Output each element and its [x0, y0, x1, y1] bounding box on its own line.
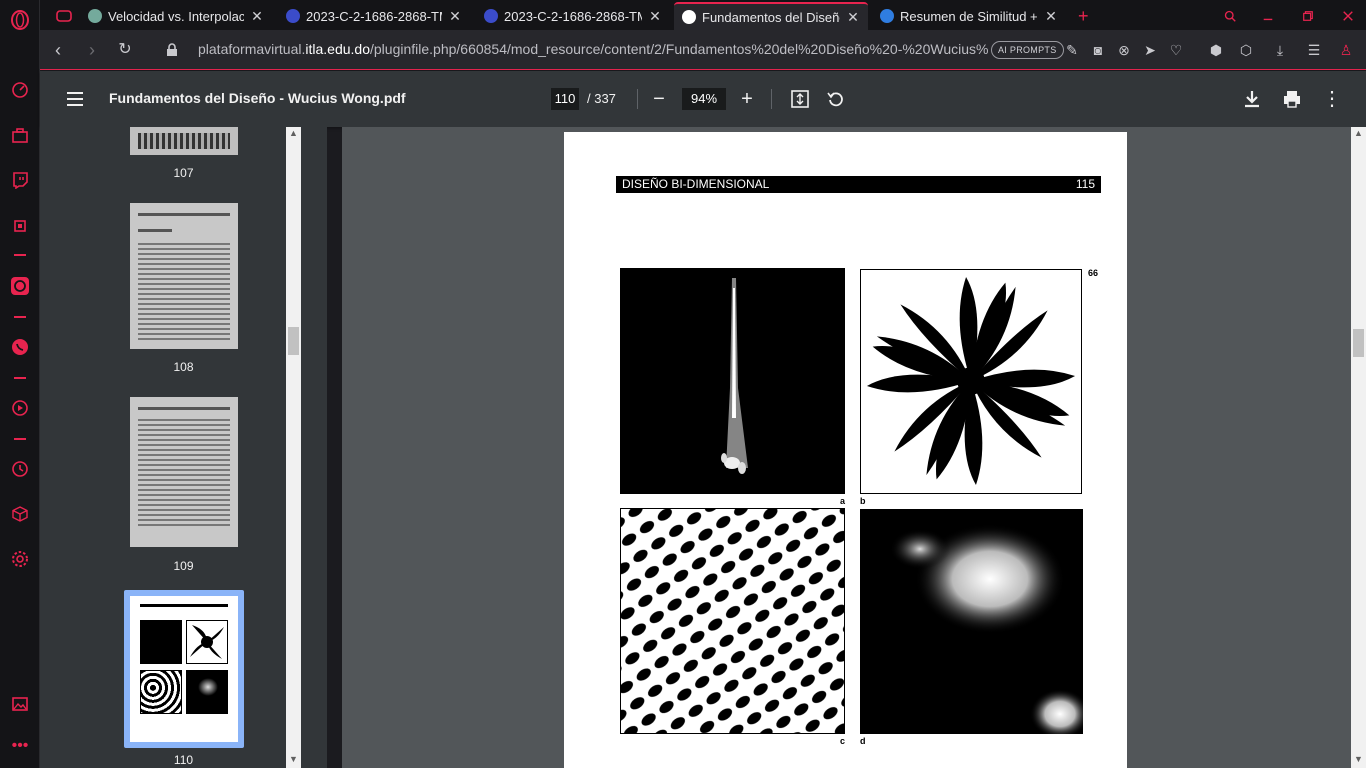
pdf-toolbar: Fundamentos del Diseño - Wucius Wong.pdf… [40, 71, 1366, 127]
url-field[interactable]: plataformavirtual.itla.edu.do/pluginfile… [198, 41, 988, 59]
edit-share-icon[interactable]: ✎ [1062, 40, 1082, 60]
panel-label-a: a [840, 496, 846, 506]
figure-panel-c [620, 508, 845, 734]
tab-velocidad[interactable]: Velocidad vs. Interpolación ✕ [80, 2, 272, 30]
panel-label-c: c [840, 736, 846, 746]
vpn-extension-icon[interactable]: ⬢ [1206, 40, 1226, 60]
pdf-page: DISEÑO BI-DIMENSIONAL 115 66 a b c d [564, 132, 1127, 768]
search-tabs-icon[interactable] [1216, 2, 1244, 30]
speed-dial-icon[interactable] [8, 78, 32, 102]
zoom-input[interactable]: 94% [682, 88, 726, 110]
extensions-icon[interactable]: ⬡ [1236, 40, 1256, 60]
fit-page-icon[interactable] [786, 85, 814, 113]
viewer-scrollbar[interactable]: ▲ ▼ [1351, 127, 1366, 768]
more-dots-icon[interactable]: ••• [8, 734, 32, 758]
settings-gear-icon[interactable] [8, 547, 32, 571]
figure-panel-d [860, 509, 1083, 734]
toolbar-divider [637, 89, 638, 109]
sidebar-divider [14, 254, 26, 256]
chatgpt-icon[interactable] [8, 274, 32, 298]
twitch-icon[interactable] [8, 168, 32, 192]
gallery-icon[interactable] [8, 692, 32, 716]
download-icon[interactable] [1238, 85, 1266, 113]
tab-tmm-1[interactable]: 2023-C-2-1686-2868-TMM ✕ [278, 2, 470, 30]
workspaces-icon[interactable] [8, 124, 32, 148]
moodle-favicon-icon [484, 9, 498, 23]
thumbnail-108[interactable] [130, 203, 238, 349]
thumbnails-scroll-thumb[interactable] [288, 327, 299, 355]
forward-button[interactable]: › [80, 38, 104, 62]
opera-logo-icon[interactable] [8, 8, 32, 32]
restore-window-icon[interactable] [1294, 2, 1322, 30]
page-header-title: DISEÑO BI-DIMENSIONAL [622, 177, 770, 191]
pdf-viewer: DISEÑO BI-DIMENSIONAL 115 66 a b c d [342, 127, 1351, 768]
bookmark-heart-icon[interactable]: ♡ [1166, 40, 1186, 60]
back-button[interactable]: ‹ [46, 38, 70, 62]
easy-setup-icon[interactable]: ☰ [1304, 40, 1324, 60]
opera-sidebar: ••• [0, 0, 40, 768]
tab-bar: Velocidad vs. Interpolación ✕ 2023-C-2-1… [40, 0, 1366, 30]
tab-resumen[interactable]: Resumen de Similitud + Eje ✕ [872, 2, 1066, 30]
zoom-out-button[interactable]: − [645, 85, 673, 113]
figure-panel-b [860, 269, 1082, 494]
snapshot-camera-icon[interactable]: ◙ [1088, 40, 1108, 60]
thumbnail-label: 110 [173, 753, 194, 767]
extensions-cube-icon[interactable] [8, 502, 32, 526]
whatsapp-icon[interactable] [8, 335, 32, 359]
close-tab-icon[interactable]: ✕ [448, 8, 462, 25]
tab-tmm-2[interactable]: 2023-C-2-1686-2868-TMM ✕ [476, 2, 670, 30]
profile-icon[interactable]: ♙ [1336, 40, 1356, 60]
minimize-window-icon[interactable] [1254, 2, 1282, 30]
panel-label-d: d [860, 736, 866, 746]
page-header-number: 115 [1075, 177, 1095, 191]
thumbnail-109[interactable] [130, 397, 238, 547]
close-tab-icon[interactable]: ✕ [250, 8, 264, 25]
close-tab-icon[interactable]: ✕ [1044, 8, 1058, 25]
close-tab-icon[interactable]: ✕ [648, 8, 662, 25]
send-icon[interactable]: ➤ [1140, 40, 1160, 60]
close-tab-icon[interactable]: ✕ [846, 9, 860, 26]
history-icon[interactable] [8, 457, 32, 481]
tab-fundamentos-active[interactable]: Fundamentos del Diseño - ✕ [674, 2, 868, 30]
page-total: / 337 [587, 91, 616, 106]
new-tab-button[interactable]: + [1070, 2, 1100, 30]
sidebar-divider [14, 377, 26, 379]
menu-icon[interactable] [61, 85, 89, 113]
c-favicon-icon [880, 9, 894, 23]
page-number-input[interactable]: 110 [551, 88, 579, 110]
player-icon[interactable] [8, 396, 32, 420]
zoom-in-button[interactable]: + [733, 85, 761, 113]
more-options-icon[interactable]: ⋮ [1318, 85, 1346, 113]
panel-label-b: b [860, 496, 866, 506]
moodle-favicon-icon [286, 9, 300, 23]
downloads-icon[interactable]: ⤓ [1270, 40, 1290, 60]
sidebar-divider [14, 316, 26, 318]
figure-number: 66 [1088, 268, 1099, 278]
toolbar-divider [771, 89, 772, 109]
thumbnails-pane: 107 108 109 110 [40, 127, 327, 768]
rotate-icon[interactable] [822, 85, 850, 113]
pdf-title: Fundamentos del Diseño - Wucius Wong.pdf [109, 90, 406, 106]
chatgpt-favicon-icon [88, 9, 102, 23]
thumbnail-label: 109 [173, 559, 194, 573]
close-window-icon[interactable] [1334, 2, 1362, 30]
figure-panel-a [620, 268, 845, 494]
lock-icon[interactable] [160, 38, 184, 62]
tab-islands-icon[interactable] [48, 2, 80, 30]
extension-chip-icon[interactable] [8, 214, 32, 238]
viewer-scroll-thumb[interactable] [1353, 329, 1364, 357]
thumbnail-107[interactable] [130, 127, 238, 155]
sidebar-divider [14, 438, 26, 440]
page-header: DISEÑO BI-DIMENSIONAL 115 [616, 176, 1101, 193]
adblock-icon[interactable]: ⊗ [1114, 40, 1134, 60]
reload-button[interactable]: ↻ [113, 38, 137, 62]
ai-prompts-button[interactable]: AI PROMPTS [991, 41, 1064, 59]
globe-favicon-icon [682, 10, 696, 24]
thumbnail-label: 107 [173, 166, 194, 180]
thumbnail-110-selected[interactable] [124, 590, 244, 748]
thumbnail-label: 108 [173, 360, 194, 374]
address-bar: ‹ › ↻ plataformavirtual.itla.edu.do/plug… [40, 30, 1366, 70]
print-icon[interactable] [1278, 85, 1306, 113]
thumbnails-scrollbar[interactable]: ▲ ▼ [286, 127, 301, 768]
